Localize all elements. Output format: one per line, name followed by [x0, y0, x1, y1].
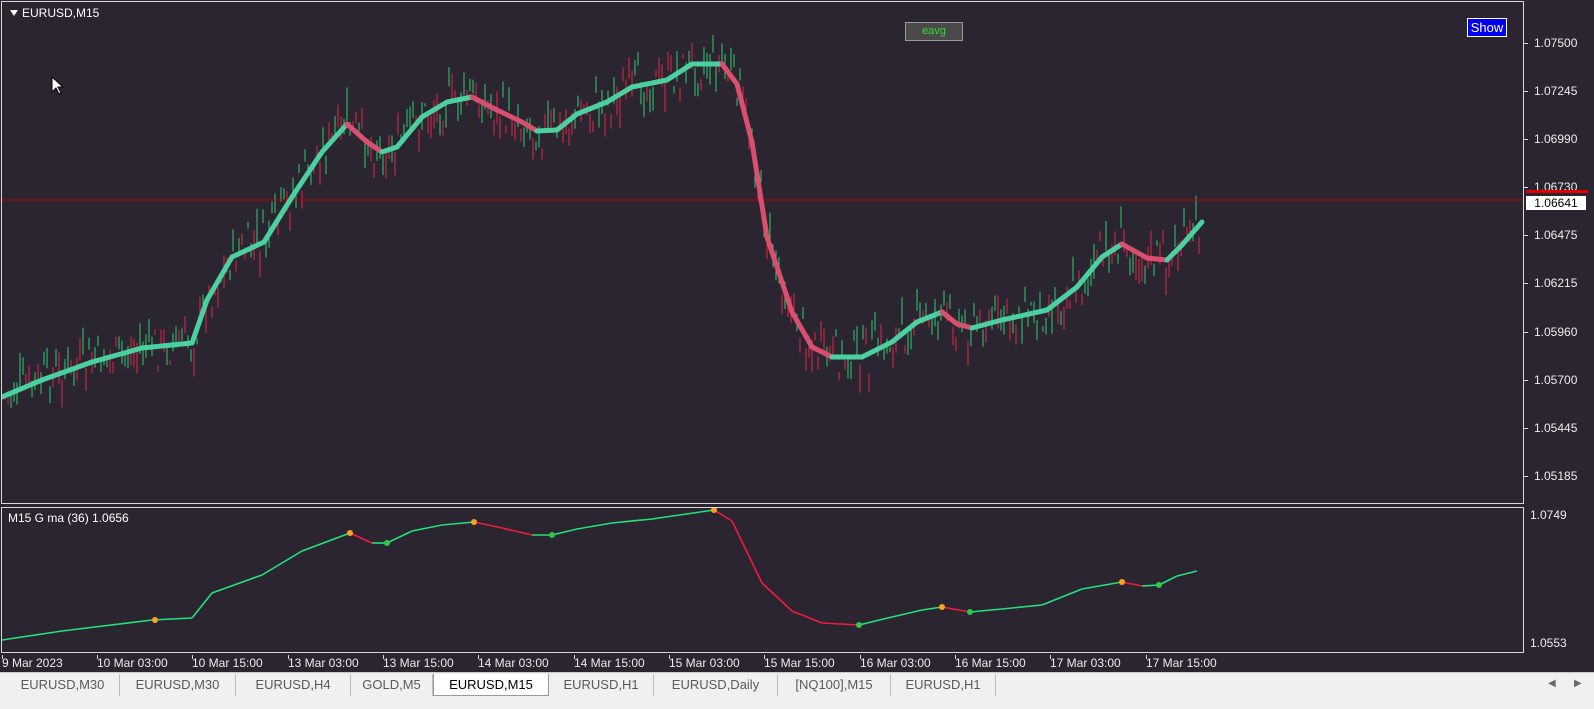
tab-eurusd-m30[interactable]: EURUSD,M30 — [6, 674, 120, 696]
tab-gold-m5[interactable]: GOLD,M5 — [351, 674, 433, 696]
time-label: 15 Mar 03:00 — [669, 656, 740, 670]
price-label: 1.06475 — [1534, 228, 1578, 242]
symbol-title[interactable]: EURUSD,M15 — [10, 6, 99, 20]
price-label: 1.07500 — [1534, 36, 1578, 50]
price-label: 1.05960 — [1534, 325, 1578, 339]
time-label: 14 Mar 03:00 — [478, 656, 549, 670]
tab-eurusd-h4[interactable]: EURUSD,H4 — [236, 674, 351, 696]
triangle-down-icon[interactable] — [10, 10, 18, 16]
indicator-axis[interactable]: 1.0749 1.0553 — [1524, 505, 1594, 655]
turn-up-dot — [384, 540, 390, 546]
symbol-title-text: EURUSD,M15 — [22, 6, 100, 20]
price-label: 1.06215 — [1534, 276, 1578, 290]
time-label: 13 Mar 15:00 — [383, 656, 454, 670]
indicator-svg — [2, 508, 1198, 641]
chart-tab-bar: ◀ ▶ EURUSD,M30 EURUSD,M30 EURUSD,H4 GOLD,M5… — [0, 672, 1594, 709]
price-tick — [1524, 380, 1528, 381]
eavg-button[interactable]: eavg — [905, 22, 963, 41]
current-price-tag: 1.06641 — [1526, 196, 1586, 210]
current-price-marker — [1526, 190, 1588, 193]
candlesticks — [4, 35, 1200, 408]
tab-eurusd-m15[interactable]: EURUSD,M15 — [433, 674, 549, 696]
price-tick — [1524, 476, 1528, 477]
turn-up-dot — [549, 532, 555, 538]
indicator-axis-label: 1.0553 — [1530, 636, 1567, 650]
turn-down-dot — [347, 530, 353, 536]
price-chart-pane[interactable]: EURUSD,M15 eavg Show — [1, 1, 1524, 504]
tab-eurusd-h1[interactable]: EURUSD,H1 — [549, 674, 654, 696]
turn-up-dot — [856, 622, 862, 628]
turn-down-dot — [711, 508, 717, 513]
time-label: 13 Mar 03:00 — [288, 656, 359, 670]
turn-down-dot — [471, 519, 477, 525]
indicator-line — [2, 509, 1198, 641]
indicator-pane[interactable]: M15 G ma (36) 1.0656 — [1, 507, 1524, 653]
price-tick — [1524, 235, 1528, 236]
chart-area[interactable]: EURUSD,M15 eavg Show 1.07500 1.07245 1.069… — [0, 0, 1594, 672]
price-label: 1.06990 — [1534, 132, 1578, 146]
time-label: 16 Mar 15:00 — [955, 656, 1026, 670]
time-label: 17 Mar 15:00 — [1146, 656, 1217, 670]
tab-eurusd-daily[interactable]: EURUSD,Daily — [654, 674, 778, 696]
turn-down-dot — [1119, 579, 1125, 585]
price-axis[interactable]: 1.07500 1.07245 1.06990 1.06730 1.06475 1.062… — [1524, 0, 1594, 505]
price-tick — [1524, 139, 1528, 140]
price-label: 1.05445 — [1534, 421, 1578, 435]
price-tick — [1524, 91, 1528, 92]
price-label: 1.05185 — [1534, 469, 1578, 483]
price-tick — [1524, 283, 1528, 284]
mouse-pointer-icon — [51, 76, 65, 95]
turn-down-dot — [152, 617, 158, 623]
time-label: 10 Mar 03:00 — [97, 656, 168, 670]
tab-eurusd-m30[interactable]: EURUSD,M30 — [120, 674, 236, 696]
turn-up-dot — [967, 609, 973, 615]
time-label: 15 Mar 15:00 — [764, 656, 835, 670]
time-label: 16 Mar 03:00 — [860, 656, 931, 670]
time-label: 9 Mar 2023 — [2, 656, 63, 670]
time-label: 17 Mar 03:00 — [1050, 656, 1121, 670]
turn-down-dot — [939, 604, 945, 610]
chevron-right-icon[interactable]: ▶ — [1574, 678, 1582, 689]
price-label: 1.05700 — [1534, 373, 1578, 387]
time-label: 10 Mar 15:00 — [192, 656, 263, 670]
price-label: 1.07245 — [1534, 84, 1578, 98]
tab-nq100-m15[interactable]: [NQ100],M15 — [778, 674, 891, 696]
tab-eurusd-h1[interactable]: EURUSD,H1 — [891, 674, 996, 696]
show-button[interactable]: Show — [1467, 18, 1507, 37]
indicator-label: M15 G ma (36) 1.0656 — [8, 511, 129, 525]
chevron-left-icon[interactable]: ◀ — [1548, 678, 1556, 689]
time-axis[interactable]: 9 Mar 2023 10 Mar 03:00 10 Mar 15:00 13 Mar… — [0, 655, 1524, 671]
price-tick — [1524, 332, 1528, 333]
indicator-axis-label: 1.0749 — [1530, 508, 1567, 522]
price-tick — [1524, 428, 1528, 429]
price-tick — [1524, 187, 1528, 188]
price-tick — [1524, 43, 1528, 44]
time-label: 14 Mar 15:00 — [574, 656, 645, 670]
turn-up-dot — [1156, 582, 1162, 588]
price-chart-svg — [2, 35, 1523, 408]
